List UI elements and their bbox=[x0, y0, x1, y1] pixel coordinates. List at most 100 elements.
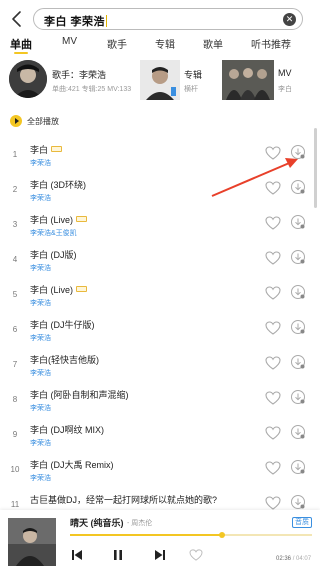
previous-track-icon[interactable] bbox=[70, 548, 84, 562]
song-number: 4 bbox=[12, 255, 18, 264]
song-number: 11 bbox=[10, 500, 20, 509]
download-icon[interactable] bbox=[290, 144, 306, 160]
back-arrow-icon[interactable] bbox=[8, 9, 26, 29]
song-title[interactable]: 李白(轻快吉他版) bbox=[30, 353, 99, 366]
song-title[interactable]: 李白 bbox=[30, 143, 63, 156]
song-row[interactable]: 10 李白 (DJ大禹 Remix) 李荣浩 bbox=[0, 453, 320, 487]
favorite-heart-icon[interactable] bbox=[265, 181, 281, 195]
download-icon[interactable] bbox=[290, 214, 306, 230]
song-title[interactable]: 李白 (DJ牛仔版) bbox=[30, 318, 95, 331]
song-artist[interactable]: 李荣浩 bbox=[30, 368, 51, 378]
download-icon[interactable] bbox=[290, 249, 306, 265]
favorite-heart-icon[interactable] bbox=[265, 356, 281, 370]
song-row[interactable]: 8 李白 (阿卧自制和声混缩) 李荣浩 bbox=[0, 383, 320, 417]
singer-result-meta: 单曲:421 专辑:25 MV:133 bbox=[52, 86, 132, 93]
download-icon[interactable] bbox=[290, 459, 306, 475]
song-title-text: 李白 (Live) bbox=[30, 215, 74, 225]
singer-avatar[interactable] bbox=[9, 60, 47, 98]
favorite-heart-icon[interactable] bbox=[265, 496, 281, 510]
mv-result-meta: 李白 bbox=[278, 86, 292, 93]
favorite-heart-icon[interactable] bbox=[265, 426, 281, 440]
download-icon[interactable] bbox=[290, 354, 306, 370]
song-number: 1 bbox=[12, 150, 18, 159]
song-row[interactable]: 6 李白 (DJ牛仔版) 李荣浩 bbox=[0, 313, 320, 347]
song-title[interactable]: 古巨基做DJ，经常一起打网球所以就点她的歌? bbox=[30, 493, 217, 506]
favorite-heart-icon[interactable] bbox=[265, 286, 281, 300]
mv-thumbnail[interactable] bbox=[222, 60, 274, 100]
favorite-heart-icon[interactable] bbox=[265, 461, 281, 475]
download-icon[interactable] bbox=[290, 179, 306, 195]
song-row[interactable]: 2 李白 (3D环绕) 李荣浩 bbox=[0, 173, 320, 207]
song-number: 9 bbox=[12, 430, 18, 439]
search-bar: 李白 李荣浩 ✕ bbox=[0, 0, 320, 38]
top-results: 歌手：李荣浩 单曲:421 专辑:25 MV:133 专辑 横杆 MV 李白 bbox=[0, 60, 320, 102]
favorite-heart-icon[interactable] bbox=[265, 216, 281, 230]
song-artist[interactable]: 李荣浩 bbox=[30, 473, 51, 483]
song-title[interactable]: 李白 (DJ啊纹 MIX) bbox=[30, 423, 104, 436]
song-artist[interactable]: 李荣浩 bbox=[30, 403, 51, 413]
download-icon[interactable] bbox=[290, 424, 306, 440]
song-row[interactable]: 4 李白 (DJ版) 李荣浩 bbox=[0, 243, 320, 277]
song-artist[interactable]: 李荣浩 bbox=[30, 438, 51, 448]
song-artist[interactable]: 李荣浩 bbox=[30, 333, 51, 343]
result-tabs: 单曲 MV 歌手 专辑 歌单 听书推荐 bbox=[0, 36, 320, 54]
play-all-label: 全部播放 bbox=[27, 117, 59, 126]
album-result-meta: 横杆 bbox=[184, 86, 198, 93]
song-artist[interactable]: 李荣浩 bbox=[30, 158, 51, 168]
search-query[interactable]: 李白 李荣浩 bbox=[44, 13, 108, 29]
song-row[interactable]: 1 李白李荣浩 bbox=[0, 138, 320, 172]
favorite-heart-icon[interactable] bbox=[265, 391, 281, 405]
total-time: / 04:07 bbox=[292, 556, 312, 562]
mv-result-title[interactable]: MV bbox=[278, 68, 292, 78]
album-cover[interactable] bbox=[140, 60, 180, 100]
pause-icon[interactable] bbox=[111, 548, 125, 562]
song-title[interactable]: 李白 (DJ大禹 Remix) bbox=[30, 458, 114, 471]
tab-playlists[interactable]: 歌单 bbox=[203, 36, 223, 51]
search-input[interactable]: 李白 李荣浩 ✕ bbox=[33, 8, 303, 30]
song-row[interactable]: 9 李白 (DJ啊纹 MIX) 李荣浩 bbox=[0, 418, 320, 452]
favorite-heart-icon[interactable] bbox=[189, 549, 203, 561]
favorite-heart-icon[interactable] bbox=[265, 321, 281, 335]
singer-result-title[interactable]: 歌手：李荣浩 bbox=[52, 68, 106, 81]
next-track-icon[interactable] bbox=[153, 548, 167, 562]
song-title[interactable]: 李白 (DJ版) bbox=[30, 248, 77, 261]
now-playing-cover[interactable] bbox=[8, 518, 56, 566]
song-row[interactable]: 3 李白 (Live) 李荣浩&王俊凯 bbox=[0, 208, 320, 242]
tab-singers[interactable]: 歌手 bbox=[107, 36, 127, 51]
quality-badge[interactable]: 音质 bbox=[292, 517, 312, 528]
song-artist[interactable]: 李荣浩 bbox=[30, 193, 51, 203]
song-number: 10 bbox=[10, 465, 20, 474]
download-icon[interactable] bbox=[290, 494, 306, 510]
song-artist[interactable]: 李荣浩 bbox=[30, 263, 51, 273]
favorite-heart-icon[interactable] bbox=[265, 146, 281, 160]
song-row[interactable]: 7 李白(轻快吉他版) 李荣浩 bbox=[0, 348, 320, 382]
download-icon[interactable] bbox=[290, 284, 306, 300]
song-title-text: 古巨基做DJ，经常一起打网球所以就点她的歌? bbox=[30, 495, 218, 505]
download-icon[interactable] bbox=[290, 319, 306, 335]
elapsed-time: 02:36 bbox=[276, 556, 292, 562]
song-number: 3 bbox=[12, 220, 18, 229]
song-artist[interactable]: 李荣浩&王俊凯 bbox=[30, 228, 77, 238]
album-result-title[interactable]: 专辑 bbox=[184, 68, 202, 81]
tab-albums[interactable]: 专辑 bbox=[155, 36, 175, 51]
song-artist[interactable]: 李荣浩 bbox=[30, 298, 51, 308]
song-title[interactable]: 李白 (Live) bbox=[30, 213, 88, 226]
vip-badge-icon bbox=[76, 216, 88, 222]
progress-knob[interactable] bbox=[219, 532, 226, 538]
song-row[interactable]: 5 李白 (Live) 李荣浩 bbox=[0, 278, 320, 312]
download-icon[interactable] bbox=[290, 389, 306, 405]
favorite-heart-icon[interactable] bbox=[265, 251, 281, 265]
tab-mv[interactable]: MV bbox=[62, 36, 77, 47]
scrollbar[interactable] bbox=[314, 128, 317, 208]
tab-audiobooks[interactable]: 听书推荐 bbox=[251, 36, 291, 51]
song-number: 5 bbox=[12, 290, 18, 299]
song-title[interactable]: 李白 (3D环绕) bbox=[30, 178, 86, 191]
tab-songs[interactable]: 单曲 bbox=[10, 36, 32, 52]
song-title[interactable]: 李白 (Live) bbox=[30, 283, 88, 296]
song-title-text: 李白 (Live) bbox=[30, 285, 74, 295]
song-title[interactable]: 李白 (阿卧自制和声混缩) bbox=[30, 388, 129, 401]
clear-search-icon[interactable]: ✕ bbox=[283, 13, 296, 26]
mini-player: 晴天 (纯音乐) - 周杰伦 音质 02:36 / 04:07 bbox=[0, 510, 320, 573]
now-playing-title[interactable]: 晴天 (纯音乐) bbox=[70, 516, 124, 529]
progress-bar[interactable] bbox=[70, 532, 312, 538]
